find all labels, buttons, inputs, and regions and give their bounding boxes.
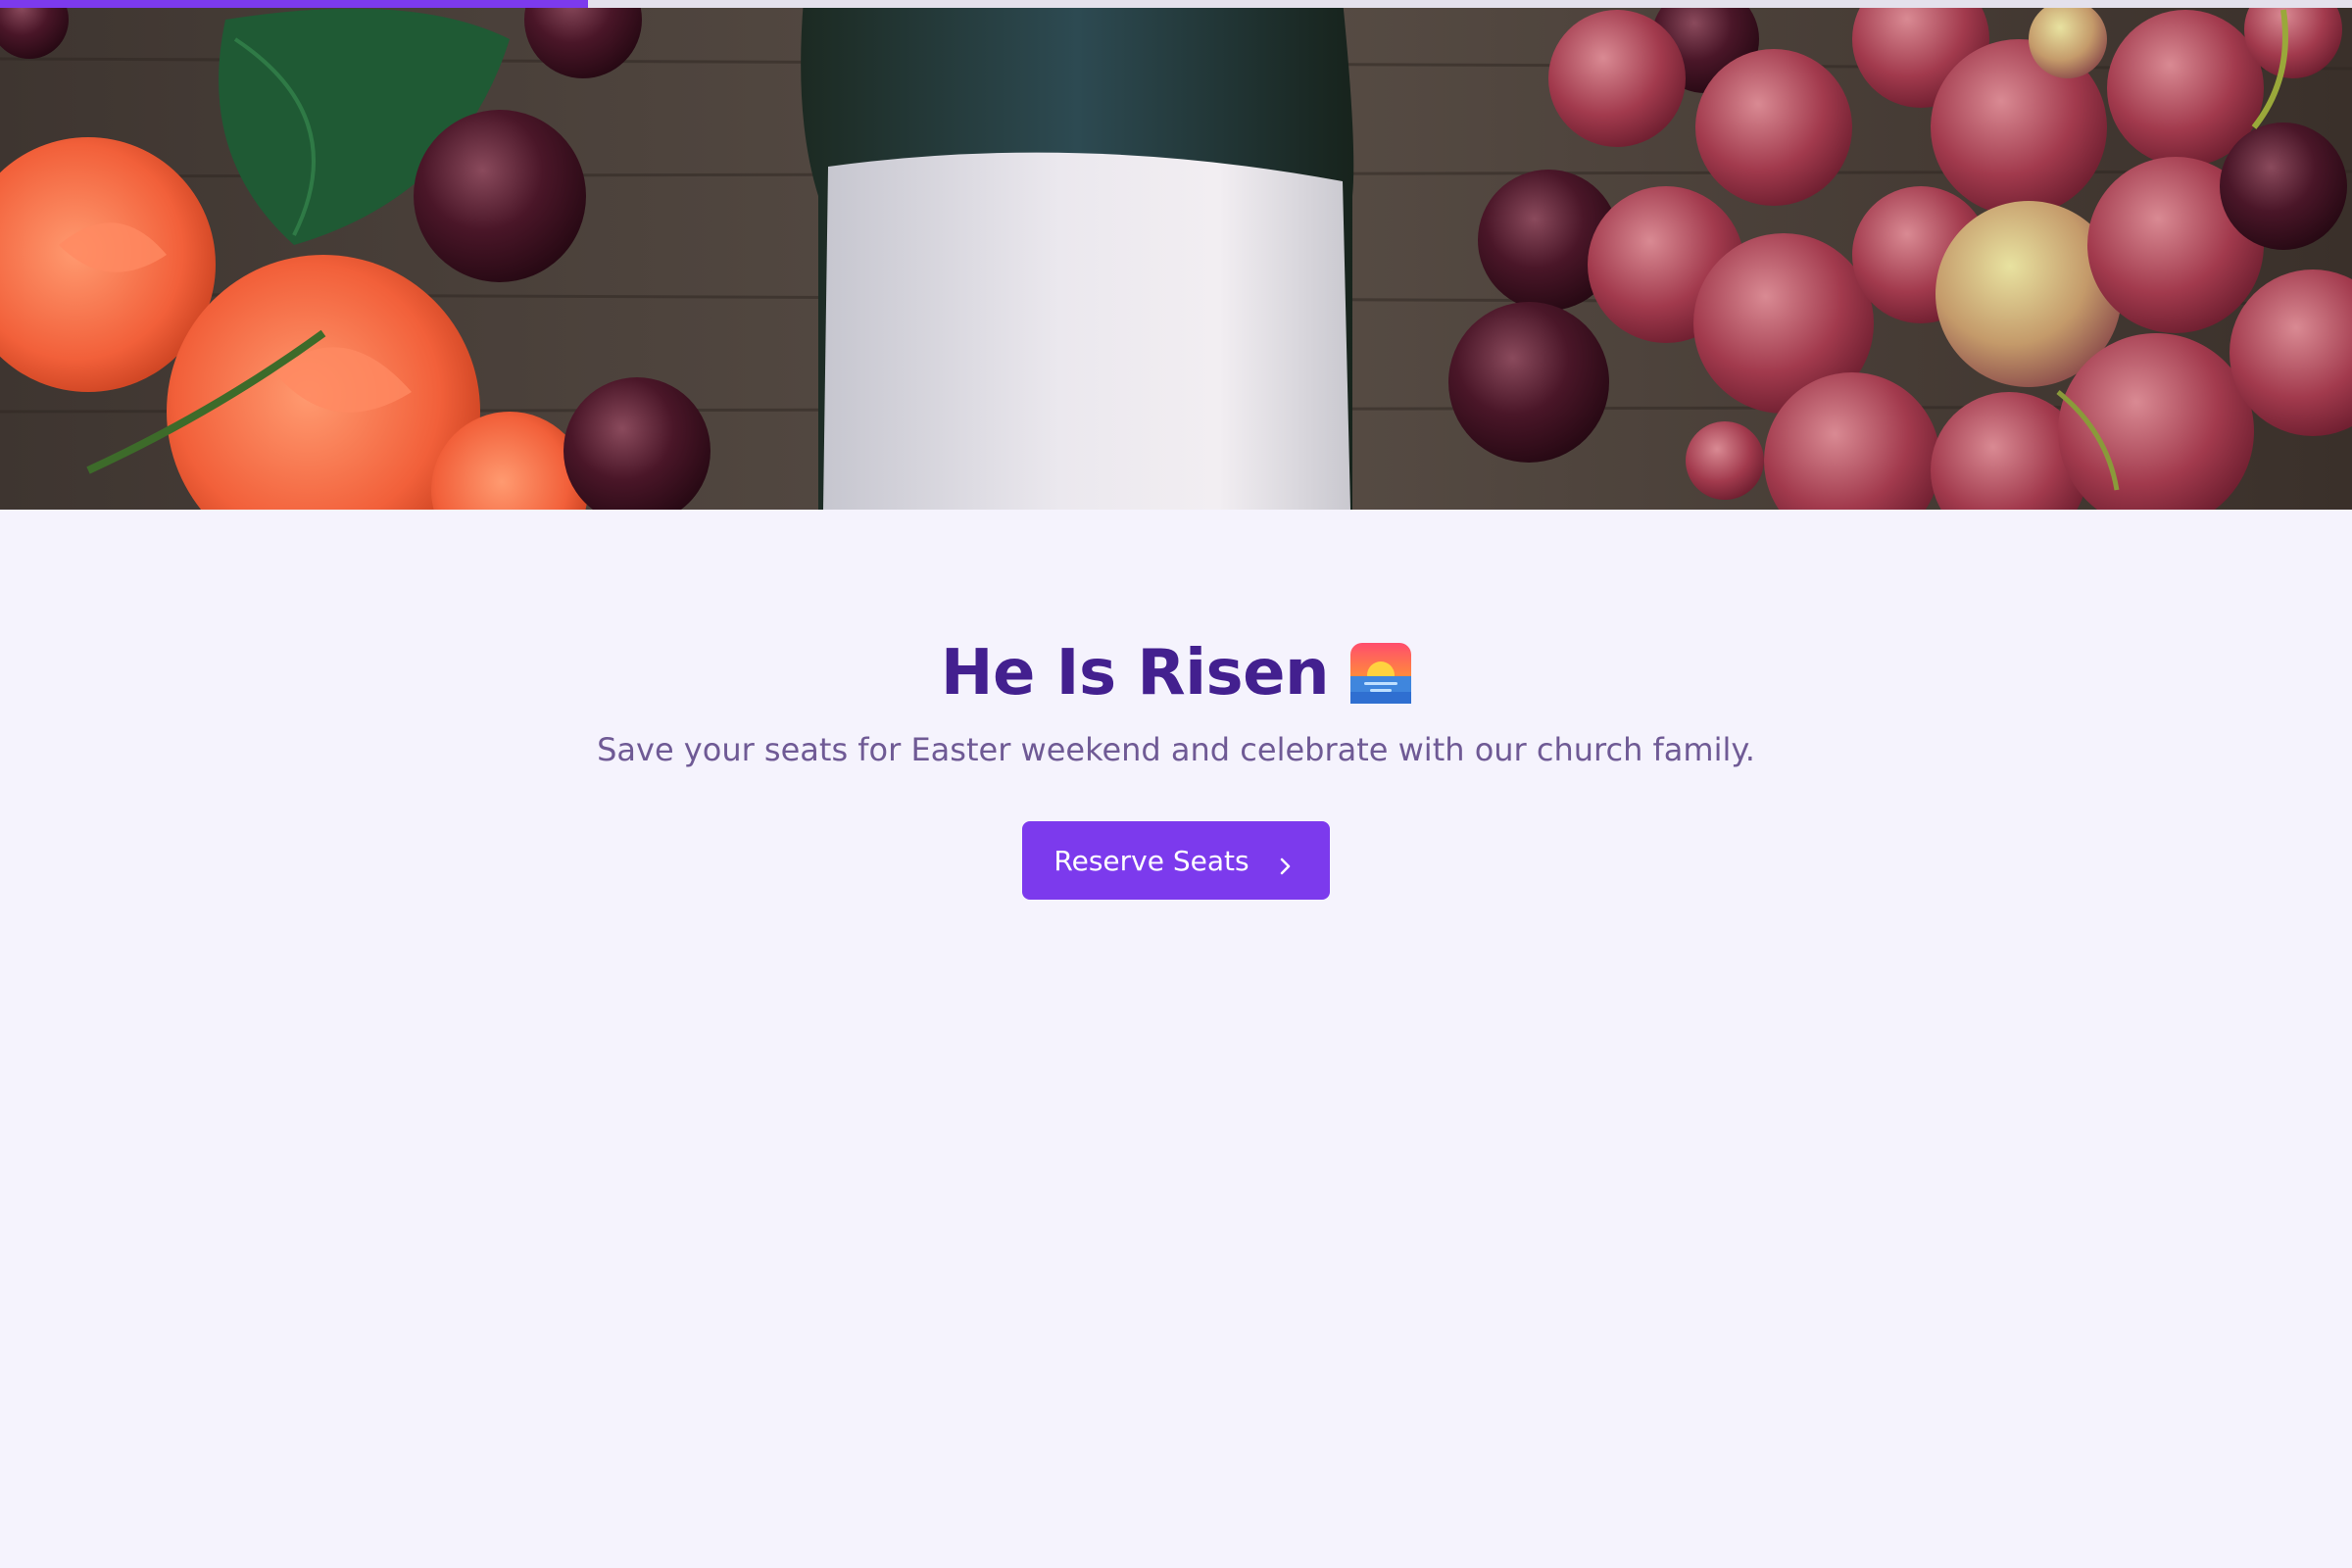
reserve-seats-label: Reserve Seats (1054, 844, 1250, 877)
subtitle: Save your seats for Easter weekend and c… (597, 731, 1755, 768)
chevron-right-icon (1275, 851, 1295, 875)
hero-photo (0, 0, 2352, 510)
sunrise-icon (1350, 643, 1412, 704)
page: He Is Risen Save your seats for Easter w… (0, 0, 2352, 1568)
progress-bar-fill (0, 0, 588, 8)
progress-bar (0, 0, 2352, 8)
reserve-seats-button[interactable]: Reserve Seats (1022, 821, 1330, 900)
page-title-text: He Is Risen (940, 637, 1330, 710)
hero-image (0, 0, 2352, 510)
page-title: He Is Risen (940, 637, 1412, 710)
hero-content: He Is Risen Save your seats for Easter w… (0, 510, 2352, 900)
